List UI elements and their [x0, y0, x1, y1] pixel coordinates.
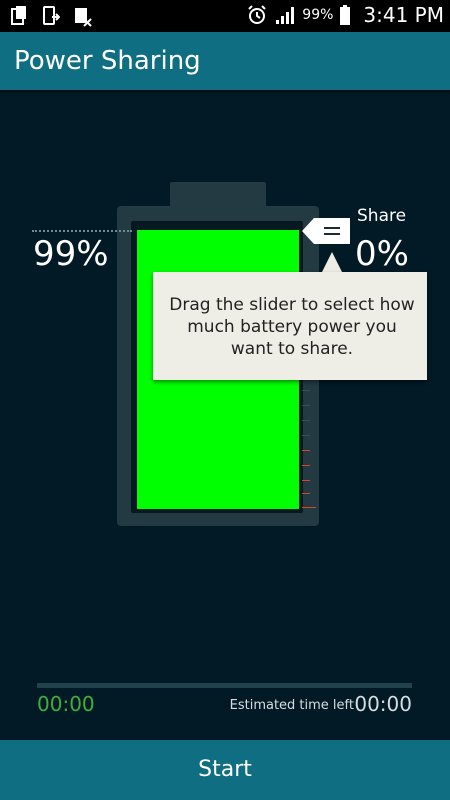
- phone-transfer-icon: [43, 6, 60, 25]
- system-status: 99% 3:41 PM: [246, 3, 444, 27]
- power-sharing-screen: 99% 3:41 PM Power Sharing 99% Share 0% D…: [0, 0, 450, 800]
- estimated-time-value: 00:00: [354, 692, 412, 716]
- share-label: Share: [357, 206, 407, 226]
- data-off-icon: [75, 8, 92, 27]
- battery-scale-tick-low: [302, 450, 310, 451]
- battery-scale-tick: [302, 420, 310, 421]
- battery-scale-tick: [302, 405, 310, 406]
- battery-percent-status: 99%: [302, 7, 334, 23]
- share-percent: 0%: [355, 234, 409, 274]
- notification-icons: [10, 5, 92, 27]
- header-shadow: [0, 90, 450, 94]
- estimated-time-label: Estimated time left: [229, 698, 354, 713]
- clipboard-icon: [11, 6, 26, 25]
- sharing-progress-bar: [37, 683, 412, 688]
- status-bar: 99% 3:41 PM: [0, 0, 450, 32]
- tooltip-text: Drag the slider to select how much batte…: [169, 295, 415, 359]
- start-button[interactable]: Start: [0, 740, 450, 800]
- battery-scale-tick-low: [302, 493, 310, 494]
- battery-level-indicator-line: [32, 230, 132, 232]
- battery-scale-tick-low: [302, 480, 310, 481]
- start-button-label: Start: [198, 757, 252, 782]
- elapsed-time: 00:00: [37, 692, 95, 716]
- signal-icon: [276, 7, 295, 24]
- clock: 3:41 PM: [363, 3, 444, 27]
- battery-terminal: [170, 182, 266, 208]
- app-header: Power Sharing: [0, 32, 450, 90]
- help-tooltip: Drag the slider to select how much batte…: [153, 272, 427, 380]
- battery-level-percent: 99%: [33, 234, 109, 274]
- battery-scale-tick: [302, 390, 310, 391]
- battery-scale-tick-low: [302, 507, 316, 508]
- battery-scale-tick-low: [302, 465, 310, 466]
- page-title: Power Sharing: [14, 46, 201, 76]
- battery-scale-tick: [302, 435, 310, 436]
- battery-icon: [340, 5, 351, 25]
- slider-handle-icon[interactable]: [302, 217, 350, 245]
- tooltip-pointer: [322, 252, 342, 272]
- alarm-icon: [248, 5, 266, 24]
